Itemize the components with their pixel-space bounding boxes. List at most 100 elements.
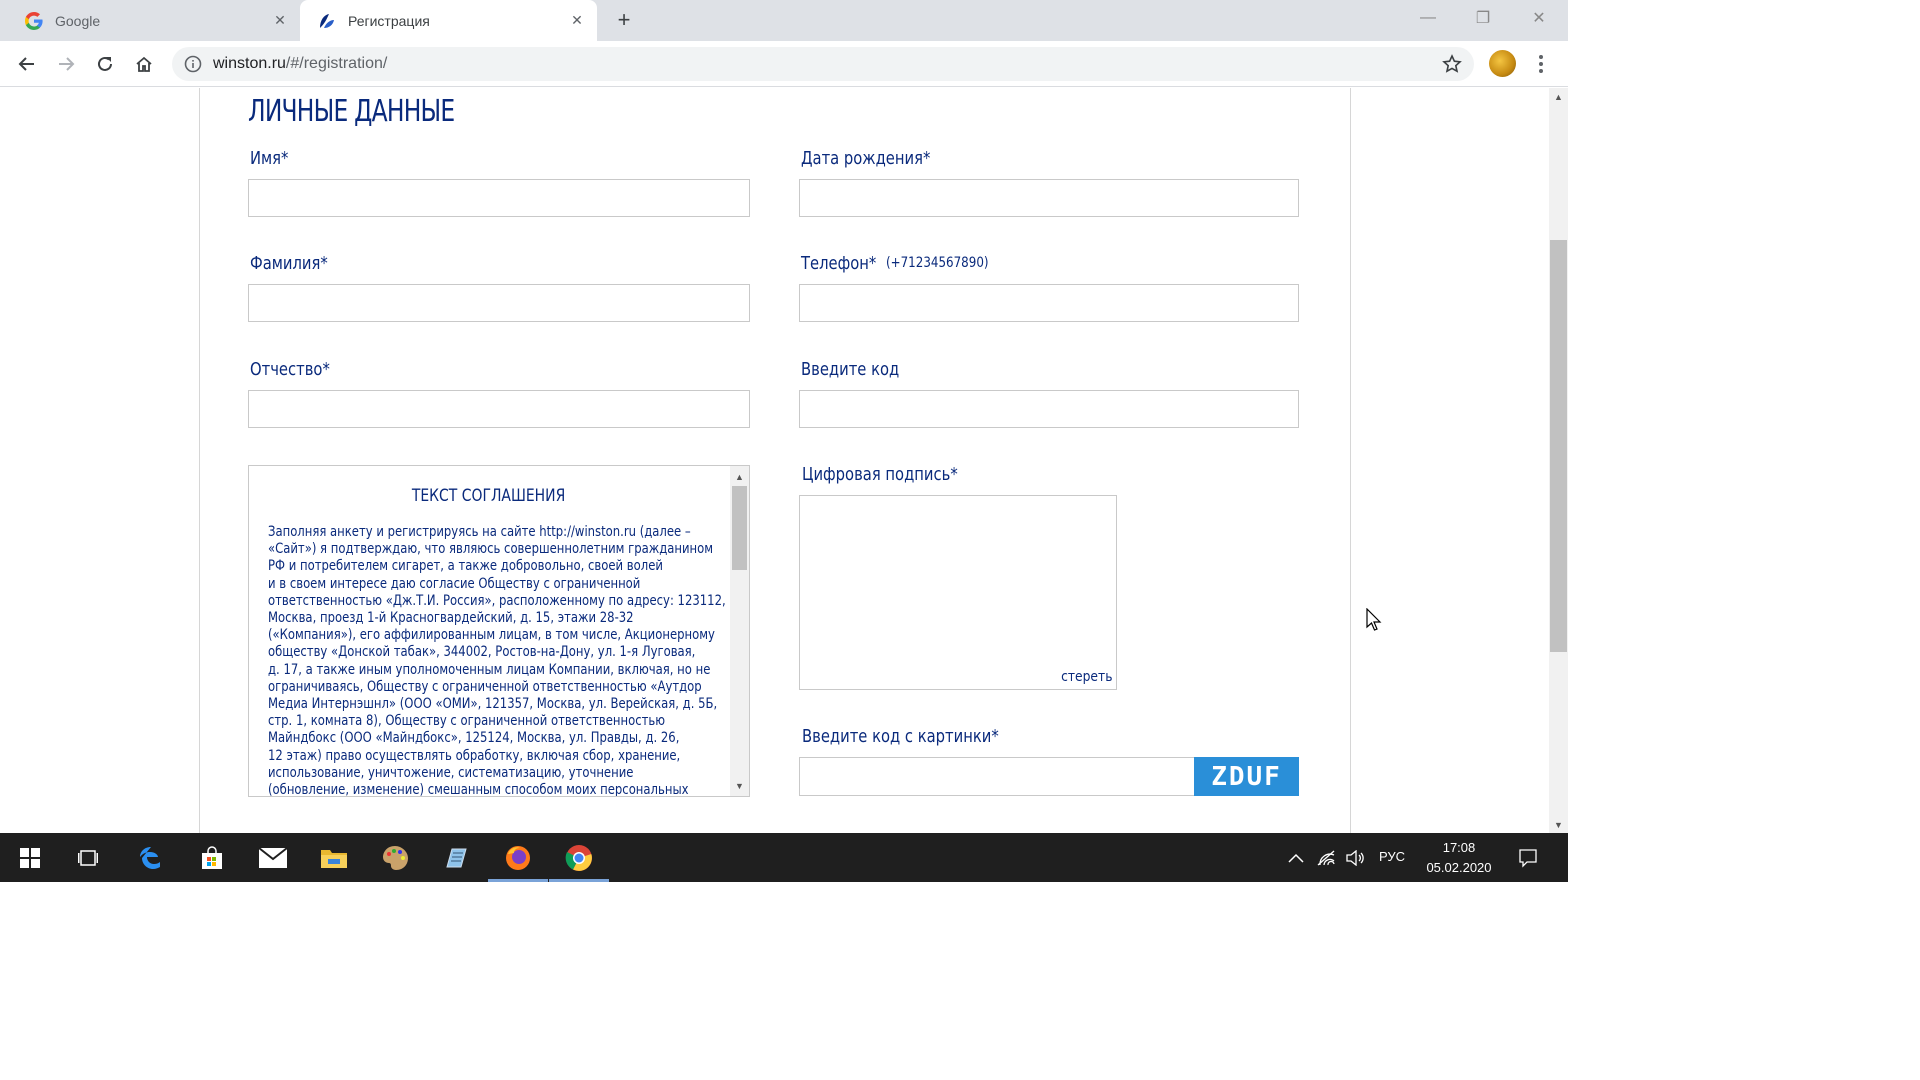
phone-input[interactable]: [799, 284, 1299, 322]
mail-icon: [258, 846, 288, 868]
captcha-label: Введите код с картинки*: [802, 726, 999, 747]
tab-google[interactable]: Google ✕: [10, 0, 300, 41]
browser-toolbar: winston.ru/#/registration/: [0, 41, 1568, 87]
close-tab-icon[interactable]: ✕: [272, 12, 288, 28]
agreement-line: 12 этаж) право осуществлять обработку, в…: [268, 747, 681, 764]
arrow-left-icon: [18, 57, 34, 71]
arrow-right-icon: [59, 57, 75, 71]
tab-title: Регистрация: [348, 12, 430, 29]
scroll-up-icon[interactable]: ▲: [1549, 88, 1568, 105]
google-logo-icon: [25, 11, 43, 30]
folder-icon: [321, 849, 347, 868]
last-name-label: Фамилия*: [250, 253, 328, 274]
store-bag-icon: [202, 845, 222, 869]
info-icon[interactable]: [184, 55, 202, 73]
tab-registration[interactable]: Регистрация ✕: [300, 0, 597, 41]
clock-time: 17:08: [1442, 840, 1476, 855]
winston-leaf-icon: [320, 13, 334, 28]
code-input[interactable]: [799, 390, 1299, 428]
windows-logo-icon: [20, 847, 40, 868]
section-title: ЛИЧНЫЕ ДАННЫЕ: [248, 94, 455, 129]
tab-title: Google: [55, 12, 101, 29]
browser-menu-icon[interactable]: [1531, 52, 1551, 76]
clear-signature-link[interactable]: стереть: [1061, 669, 1112, 685]
task-view-button[interactable]: [58, 833, 118, 882]
start-button[interactable]: [0, 833, 60, 882]
agreement-line: использование, уничтожение, систематизац…: [268, 764, 634, 781]
taskbar-explorer[interactable]: [304, 833, 364, 882]
agreement-line: РФ и потребителем сигарет, а также добро…: [268, 558, 663, 575]
mouse-cursor-icon: [1366, 608, 1382, 631]
back-button[interactable]: [14, 51, 40, 77]
agreement-line: Майндбокс (ООО «Майндбокс», 125124, Моск…: [268, 730, 680, 747]
agreement-line: и в своем интересе даю согласие Обществу…: [268, 575, 641, 592]
taskbar-edge[interactable]: [121, 833, 181, 882]
signature-label: Цифровая подпись*: [802, 464, 958, 485]
restore-icon[interactable]: ❐: [1469, 6, 1497, 30]
minimize-icon[interactable]: —: [1414, 6, 1442, 30]
scroll-down-icon[interactable]: ▼: [1549, 816, 1568, 833]
first-name-input[interactable]: [248, 179, 750, 217]
tab-strip: Google ✕ Регистрация ✕ + — ❐ ✕: [0, 0, 1568, 41]
signature-pad[interactable]: стереть: [799, 495, 1117, 690]
home-button[interactable]: [131, 51, 157, 77]
profile-avatar[interactable]: [1489, 50, 1516, 77]
agreement-title: ТЕКСТ СОГЛАШЕНИЯ: [412, 486, 566, 506]
taskbar-notepad[interactable]: [426, 833, 486, 882]
agreement-line: обществу «Донской табак», 344002, Ростов…: [268, 644, 696, 661]
edge-icon: [140, 846, 160, 869]
agreement-text: Заполняя анкету и регистрируясь на сайте…: [268, 524, 726, 796]
taskbar-firefox[interactable]: [488, 833, 548, 882]
task-view-icon: [78, 849, 98, 866]
volume-icon[interactable]: [1327, 833, 1383, 882]
first-name-label: Имя*: [250, 148, 289, 169]
captcha-image: ZDUF: [1194, 757, 1299, 796]
close-tab-icon[interactable]: ✕: [569, 12, 585, 28]
system-clock[interactable]: 17:08 05.02.2020: [1422, 838, 1496, 878]
paint-palette-icon: [383, 845, 408, 870]
birth-date-label: Дата рождения*: [801, 148, 931, 169]
scroll-thumb[interactable]: [1550, 240, 1567, 652]
forward-button[interactable]: [53, 51, 79, 77]
url-text: winston.ru/#/registration/: [213, 55, 388, 72]
patronymic-input[interactable]: [248, 390, 750, 428]
address-bar[interactable]: winston.ru/#/registration/: [172, 47, 1474, 81]
new-tab-button[interactable]: +: [612, 7, 636, 32]
agreement-scrollbar[interactable]: ▲ ▼: [730, 466, 749, 796]
notifications-icon[interactable]: [1500, 833, 1556, 882]
window-close-icon[interactable]: ✕: [1525, 6, 1553, 30]
reload-button[interactable]: [92, 51, 118, 77]
agreement-box[interactable]: ТЕКСТ СОГЛАШЕНИЯ Заполняя анкету и регис…: [248, 465, 750, 797]
input-language-indicator[interactable]: РУС: [1379, 849, 1405, 864]
page-scrollbar[interactable]: ▲ ▼: [1549, 88, 1568, 833]
scroll-down-icon[interactable]: ▼: [730, 777, 749, 794]
phone-label: Телефон*: [801, 253, 877, 274]
agreement-line: ограничиваясь, Обществу с ограниченной о…: [268, 678, 702, 695]
agreement-line: «Сайт») я подтверждаю, что являюсь совер…: [268, 541, 714, 558]
agreement-line: ответственностью «Дж.Т.И. Россия», распо…: [268, 592, 726, 609]
scroll-thumb[interactable]: [732, 486, 747, 570]
agreement-line: («Компания»), его аффилированным лицам, …: [268, 627, 715, 644]
patronymic-label: Отчество*: [250, 359, 330, 380]
home-icon: [136, 56, 152, 72]
agreement-line: Медиа Интернэшнл» (ООО «ОМИ», 121357, Мо…: [268, 696, 718, 713]
last-name-input[interactable]: [248, 284, 750, 322]
taskbar-store[interactable]: [182, 833, 242, 882]
scroll-up-icon[interactable]: ▲: [730, 468, 749, 485]
reload-icon: [98, 56, 112, 71]
taskbar: РУС 17:08 05.02.2020: [0, 833, 1568, 882]
chrome-icon: [565, 844, 592, 871]
phone-format-hint: (+71234567890): [886, 255, 989, 271]
birth-date-input[interactable]: [799, 179, 1299, 217]
code-label: Введите код: [801, 359, 900, 380]
taskbar-chrome[interactable]: [549, 833, 609, 882]
agreement-line: Москва, проезд 1-й Красногвардейский, д.…: [268, 610, 634, 627]
taskbar-mail[interactable]: [243, 833, 303, 882]
taskbar-paint[interactable]: [365, 833, 425, 882]
agreement-line: стр. 1, комната 8), Обществу с ограничен…: [268, 713, 666, 730]
bookmark-star-icon[interactable]: [1442, 54, 1462, 74]
firefox-icon: [506, 845, 530, 870]
agreement-line: Заполняя анкету и регистрируясь на сайте…: [268, 524, 691, 540]
captcha-input[interactable]: [799, 757, 1195, 796]
notepad-icon: [446, 848, 467, 867]
